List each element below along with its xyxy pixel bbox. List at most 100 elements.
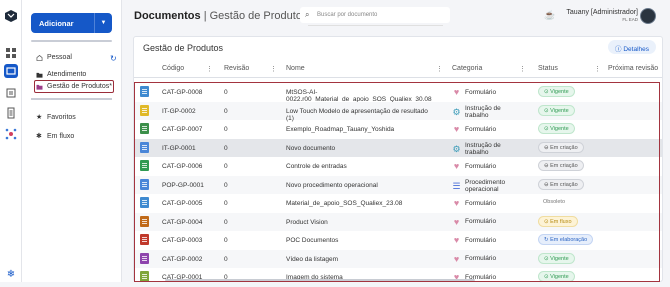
sidebar-item-pessoal[interactable]: Pessoal: [36, 54, 72, 61]
sidebar-item-gestao-produtos[interactable]: Gestão de Produtos*: [36, 83, 112, 90]
document-file-icon: [140, 234, 149, 245]
refresh-icon[interactable]: ↻: [110, 54, 117, 63]
sidebar-item-atendimento[interactable]: Atendimento: [36, 71, 86, 78]
table-row[interactable]: CAT-GP-0004 0 Product Vision ♥ Formulário ⊙ E…: [134, 212, 662, 231]
network-icon[interactable]: [5, 127, 17, 140]
heart-icon: ♥: [453, 124, 460, 134]
table-row[interactable]: CAT-GP-0005 0 Material_de_apoio_SOS_Qualie…: [134, 194, 662, 213]
folder-icon: [36, 72, 43, 78]
cell-revision: 0: [224, 237, 228, 244]
sidebar-item-label: Atendimento: [47, 71, 87, 78]
folder-open-icon: [36, 84, 43, 90]
cell-code: CAT-GP-0007: [162, 126, 203, 133]
status-label: Em elaboração: [550, 237, 588, 243]
status-label: Vigente: [550, 274, 569, 280]
column-menu-icon[interactable]: ⋮: [436, 65, 443, 73]
table-row[interactable]: CAT-GP-0007 0 Exemplo_Roadmap_Tauany_Yoshi…: [134, 120, 662, 139]
status-badge: ⊙ Vigente: [538, 271, 575, 282]
documents-icon[interactable]: [4, 64, 18, 78]
column-header-categoria[interactable]: Categoria: [452, 65, 482, 72]
documents-panel: Gestão de Produtos ⓘ Detalhes Código ⋮ R…: [133, 36, 663, 282]
column-header-status[interactable]: Status: [538, 65, 558, 72]
avatar[interactable]: [640, 8, 656, 24]
cell-code: CAT-GP-0003: [162, 237, 203, 244]
table-row[interactable]: IT-GP-0001 0 Novo documento ⚙ Instrução de t…: [134, 138, 662, 157]
document-file-icon: [140, 252, 149, 264]
status-badge: ⊙ Vigente: [538, 86, 575, 97]
column-header-codigo[interactable]: Código: [162, 65, 184, 72]
column-menu-icon[interactable]: ⋮: [594, 65, 601, 73]
cell-category: ♥ Formulário: [452, 124, 517, 134]
cell-code: CAT-GP-0008: [162, 89, 203, 96]
column-header-revisao[interactable]: Revisão: [224, 65, 249, 72]
status-badge: ⊙ Em fluxo: [538, 215, 578, 227]
cell-category: ♥ Formulário: [452, 235, 517, 245]
column-menu-icon[interactable]: ⋮: [519, 65, 526, 73]
status-badge: ⊙ Vigente: [538, 252, 575, 264]
cell-revision: 0: [224, 107, 228, 115]
table-row[interactable]: POP-GP-0001 0 Novo procedimento operaciona…: [134, 175, 662, 194]
table-header: Código ⋮ Revisão ⋮ Nome ⋮ Categoria ⋮ St…: [134, 60, 662, 78]
category-label: Procedimento operacional: [465, 178, 506, 193]
document-file-icon: [140, 123, 149, 134]
column-header-nome[interactable]: Nome: [286, 65, 305, 72]
details-button[interactable]: ⓘ Detalhes: [608, 40, 656, 54]
document-file-icon: [140, 197, 149, 208]
table-row[interactable]: CAT-GP-0001 0 Imagem do sistema ♥ Formulário…: [134, 268, 662, 287]
cell-code: CAT-GP-0006: [162, 163, 203, 170]
chevron-down-icon[interactable]: ▼: [94, 13, 112, 33]
status-badge: ⊖ Em criação: [538, 178, 584, 190]
sidebar-item-favoritos[interactable]: ★ Favoritos: [36, 113, 76, 122]
user-info[interactable]: Tauany [Administrador] FL EAD: [566, 9, 638, 22]
sidebar-item-label: Favoritos: [47, 114, 76, 121]
status-label: Vigente: [550, 89, 569, 95]
status-label: Em fluxo: [550, 218, 572, 225]
cell-category: ♥ Formulário: [452, 161, 517, 171]
cell-code: POP-GP-0001: [162, 181, 204, 189]
table-row[interactable]: CAT-GP-0008 0 MtSOS-AI-0022.r00_Material_d…: [134, 83, 662, 103]
category-label: Instrução de trabalho: [465, 141, 501, 156]
panel-title: Gestão de Produtos: [143, 43, 224, 53]
page-title: Documentos | Gestão de Produtos: [134, 10, 307, 22]
table-row[interactable]: CAT-GP-0006 0 Controle de entradas ♥ Formulá…: [134, 157, 662, 176]
sidebar-item-em-fluxo[interactable]: ✱ Em fluxo: [36, 133, 74, 141]
document-file-icon: [140, 178, 149, 190]
app-logo-icon[interactable]: [4, 9, 18, 23]
category-label: Formulário: [465, 236, 497, 244]
star-icon: ★: [36, 113, 43, 121]
cell-code: CAT-GP-0004: [162, 218, 203, 226]
document-file-icon: [140, 104, 149, 116]
list-icon[interactable]: [5, 86, 17, 98]
column-menu-icon[interactable]: ⋮: [206, 65, 213, 73]
sidebar-item-label: Pessoal: [47, 54, 72, 61]
search-input[interactable]: ⌕ Buscar por documento: [300, 7, 450, 26]
heart-icon: ♥: [453, 198, 460, 208]
document-file-icon: [140, 271, 149, 282]
category-label: Formulário: [465, 218, 497, 225]
list-icon: ☰: [452, 180, 461, 191]
category-label: Formulário: [465, 255, 497, 262]
cell-name: Material_de_apoio_SOS_Qualiex_23.08: [286, 200, 403, 207]
table-row[interactable]: IT-GP-0002 0 Low Touch Modelo de apresenta…: [134, 101, 662, 122]
category-label: Instrução de trabalho: [465, 104, 501, 119]
cell-category: ♥ Formulário: [452, 254, 517, 263]
dashboard-icon[interactable]: [5, 46, 17, 58]
horizontal-scrollbar[interactable]: [165, 279, 475, 281]
status-badge: ↻ Em elaboração: [538, 234, 594, 245]
cell-category: ♥ Formulário: [452, 198, 517, 208]
column-header-proxima-revisao[interactable]: Próxima revisão: [608, 65, 658, 72]
cell-name: Novo procedimento operacional: [286, 181, 378, 189]
status-label: Em criação: [550, 181, 578, 188]
coffee-icon[interactable]: ☕: [544, 10, 555, 21]
heart-icon: ♥: [453, 235, 460, 245]
settings-icon[interactable]: ❄: [5, 270, 17, 282]
add-button[interactable]: Adicionar ▼: [31, 13, 112, 33]
heart-icon: ♥: [453, 161, 460, 171]
column-menu-icon[interactable]: ⋮: [270, 65, 277, 73]
report-icon[interactable]: [5, 106, 17, 119]
status-badge: ⊖ Em criação: [538, 141, 584, 153]
category-label: Formulário: [465, 199, 497, 207]
document-file-icon: [140, 160, 149, 171]
table-row[interactable]: CAT-GP-0003 0 POC Documentos ♥ Formulário ↻ E…: [134, 231, 662, 250]
table-row[interactable]: CAT-GP-0002 0 Vídeo da listagem ♥ Formulário…: [134, 249, 662, 268]
